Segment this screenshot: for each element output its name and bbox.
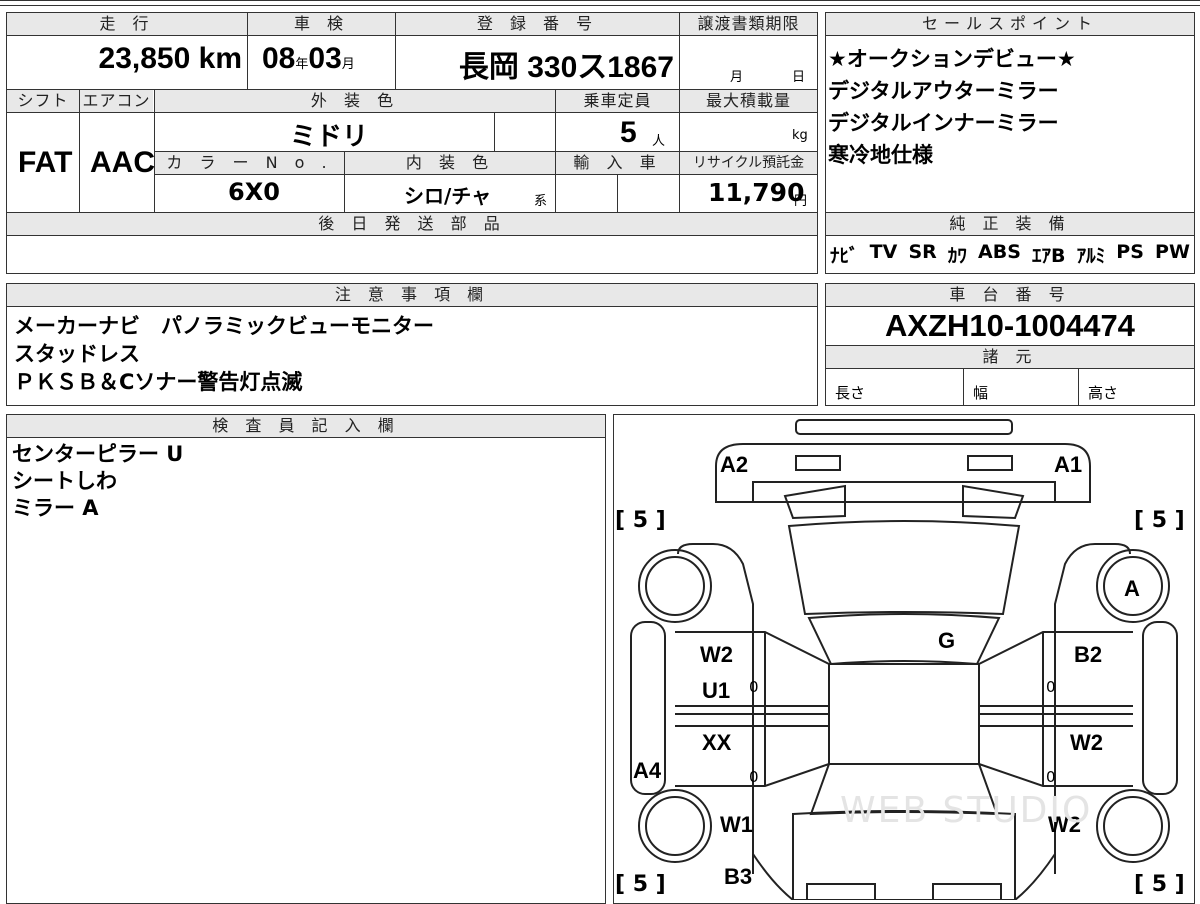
sales-point-item: デジタルアウターミラー — [828, 79, 1059, 103]
interior-color-value: シロ/チャ — [404, 184, 492, 208]
tire-tread-rr: [ 5 ] — [1134, 872, 1185, 897]
tire-tread-fl: [ 5 ] — [615, 508, 666, 533]
interior-suffix: 系 — [534, 194, 548, 209]
mileage-value: 23,850 km — [98, 42, 242, 75]
color-no-header: カ ラ ー N o . — [155, 152, 344, 174]
door-zero-mark: 0 — [1046, 678, 1056, 696]
tire-tread-rl: [ 5 ] — [615, 872, 666, 897]
inspector-header: 検 査 員 記 入 欄 — [7, 415, 605, 437]
chassis-header: 車 台 番 号 — [826, 284, 1194, 306]
notes-header: 注 意 事 項 欄 — [7, 284, 817, 306]
inspector-note: シートしわ — [12, 469, 117, 493]
door-zero-mark: 0 — [1046, 768, 1056, 786]
damage-label: A2 — [720, 452, 749, 477]
door-zero-mark: 0 — [749, 768, 759, 786]
damage-label: A1 — [1054, 452, 1083, 477]
specs-header: 諸 元 — [826, 346, 1194, 368]
inspection-value: 08年03月 — [262, 42, 355, 75]
watermark: WEB STUDIO — [840, 790, 1093, 831]
sales-points-header: セールスポイント — [826, 13, 1194, 35]
damage-label: G — [938, 628, 956, 653]
equipment-item: SR — [908, 241, 937, 263]
later-parts-header: 後 日 発 送 部 品 — [7, 213, 817, 235]
registration-header: 登 録 番 号 — [396, 13, 679, 35]
max-load-unit: kg — [792, 128, 808, 143]
equipment-item: TV — [869, 241, 898, 263]
shift-value: FAT — [18, 146, 73, 179]
sales-point-item: デジタルインナーミラー — [828, 111, 1059, 135]
exterior-color-header: 外 装 色 — [155, 90, 555, 112]
equipment-item: ｶﾜ — [947, 245, 967, 267]
transfer-deadline-header: 譲渡書類期限 — [680, 13, 817, 35]
tire-tread-fr: [ 5 ] — [1134, 508, 1185, 533]
damage-label: B2 — [1074, 642, 1103, 667]
chassis-number: AXZH10-1004474 — [885, 308, 1135, 343]
interior-color-header: 内 装 色 — [345, 152, 555, 174]
recycle-header: リサイクル預託金 — [680, 152, 817, 174]
color-no-value: 6X0 — [228, 178, 280, 206]
capacity-value: 5 — [620, 116, 637, 149]
door-zero-mark: 0 — [749, 678, 759, 696]
inspection-header: 車 検 — [248, 13, 395, 35]
recycle-fee-value: 11,790 — [708, 178, 805, 207]
capacity-unit: 人 — [652, 134, 666, 149]
equipment-list: ﾅﾋﾞ TV SR ｶﾜ ABS ｴｱB ｱﾙﾐ PS PW — [830, 241, 1190, 268]
transfer-month: 月 — [730, 70, 744, 85]
damage-label: W2 — [700, 642, 733, 667]
top-edge-line-2 — [0, 5, 1200, 6]
equipment-item: ﾅﾋﾞ — [830, 245, 859, 267]
damage-label: W2 — [1070, 730, 1103, 755]
import-header: 輸 入 車 — [556, 152, 679, 174]
shift-header: シフト — [7, 90, 79, 112]
mileage-header: 走 行 — [7, 13, 247, 35]
damage-label: W1 — [720, 812, 753, 837]
exterior-color-value: ミドリ — [290, 122, 369, 152]
spec-width: 幅 — [973, 384, 989, 402]
damage-label: A — [1124, 576, 1140, 601]
damage-label: U1 — [702, 678, 731, 703]
registration-value: 長岡 330ス1867 — [458, 51, 674, 84]
equipment-item: ABS — [978, 241, 1021, 263]
note-line: メーカーナビ パノラミックビューモニター — [14, 314, 434, 338]
damage-label: XX — [702, 730, 732, 755]
capacity-header: 乗車定員 — [556, 90, 679, 112]
aircon-header: エアコン — [80, 90, 153, 112]
top-edge-line — [0, 0, 1200, 1]
damage-label: A4 — [633, 758, 662, 783]
spec-length: 長さ — [835, 384, 866, 402]
inspector-note: センターピラー U — [12, 442, 184, 466]
note-line: スタッドレス — [14, 342, 140, 366]
inspector-note: ミラー A — [12, 496, 99, 520]
equipment-item: PW — [1155, 241, 1190, 263]
max-load-header: 最大積載量 — [680, 90, 817, 112]
sales-point-item: ★オークションデビュー★ — [828, 47, 1076, 71]
damage-label: B3 — [724, 864, 753, 889]
genuine-equipment-header: 純 正 装 備 — [826, 213, 1194, 235]
equipment-item: PS — [1116, 241, 1144, 263]
spec-height: 高さ — [1088, 384, 1119, 402]
aircon-value: AAC — [90, 146, 155, 179]
note-line: ＰＫＳＢ＆Cソナー警告灯点滅 — [14, 370, 303, 394]
equipment-item: ｱﾙﾐ — [1076, 245, 1106, 267]
equipment-item: ｴｱB — [1032, 245, 1066, 267]
transfer-day: 日 — [792, 70, 806, 85]
recycle-unit: 円 — [794, 194, 808, 209]
sales-point-item: 寒冷地仕様 — [828, 143, 933, 167]
